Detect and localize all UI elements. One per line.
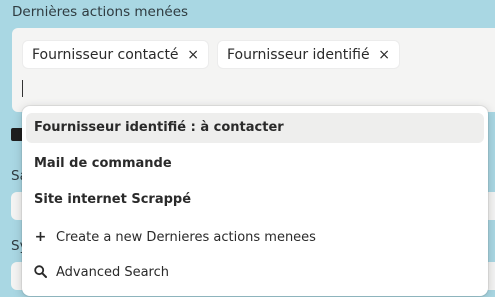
search-icon <box>34 265 47 278</box>
create-new-option[interactable]: + Create a new Dernieres actions menees <box>26 222 484 252</box>
chip-label: Fournisseur contacté <box>32 47 179 63</box>
dropdown-menu: Fournisseur identifié : à contacter Mail… <box>22 106 488 296</box>
dropdown-option[interactable]: Fournisseur identifié : à contacter <box>26 113 484 143</box>
create-option-label: Create a new Dernieres actions menees <box>56 230 316 245</box>
advanced-search-option[interactable]: Advanced Search <box>26 258 484 288</box>
chip-remove-button[interactable]: × <box>378 41 390 70</box>
advanced-search-label: Advanced Search <box>56 265 170 280</box>
dropdown-option[interactable]: Mail de commande <box>26 149 484 179</box>
field-label: Dernières actions menées <box>12 4 189 20</box>
chip-remove-button[interactable]: × <box>187 41 199 70</box>
multi-select-field[interactable]: Fournisseur contacté × Fournisseur ident… <box>12 28 495 112</box>
text-cursor <box>22 80 23 97</box>
selected-chip: Fournisseur identifié × <box>217 40 400 69</box>
selected-chip: Fournisseur contacté × <box>22 40 209 69</box>
chip-label: Fournisseur identifié <box>227 47 370 63</box>
dropdown-option[interactable]: Site internet Scrappé <box>26 185 484 215</box>
plus-icon: + <box>34 229 47 245</box>
